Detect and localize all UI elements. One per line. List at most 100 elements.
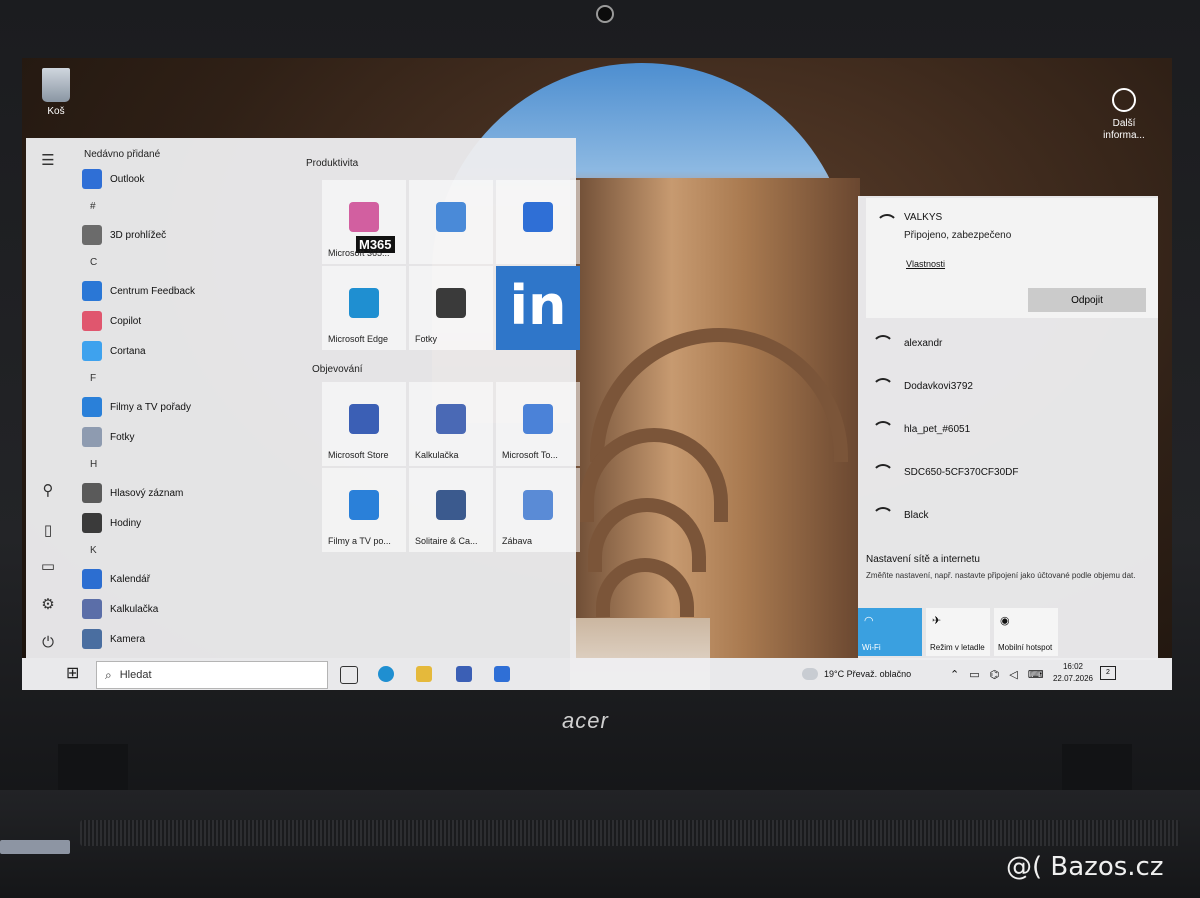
app-list-item[interactable]: Filmy a TV pořady bbox=[78, 392, 298, 422]
cloud-icon bbox=[802, 668, 818, 680]
films-icon bbox=[82, 397, 102, 417]
app-list-item[interactable]: Kamera bbox=[78, 624, 298, 654]
entertainment-icon bbox=[523, 490, 553, 520]
quick-action-wifi[interactable]: ◠ Wi-Fi bbox=[858, 608, 922, 656]
app-list-letter[interactable]: K bbox=[90, 538, 298, 564]
connected-status: Připojeno, zabezpečeno bbox=[904, 230, 1012, 241]
app-list-item[interactable]: Outlook bbox=[78, 164, 298, 194]
notification-icon[interactable]: 2 bbox=[1100, 666, 1116, 680]
app-list-item[interactable]: Cortana bbox=[78, 336, 298, 366]
network-ssid: hla_pet_#6051 bbox=[904, 423, 971, 435]
status-led bbox=[0, 840, 70, 854]
tile-edge[interactable]: Microsoft Edge bbox=[322, 266, 406, 350]
app-list-letter[interactable]: F bbox=[90, 366, 298, 392]
laptop-bezel: Koš Další informa... ☰ ⚲ ▯ ▭ ⚙ ⏻ Nedávno… bbox=[0, 0, 1200, 898]
clock-date: 22.07.2026 bbox=[1052, 674, 1094, 683]
volume-icon[interactable]: ◁ bbox=[1009, 668, 1017, 681]
office-apps-icon bbox=[436, 202, 466, 232]
microphone-icon bbox=[82, 483, 102, 503]
documents-icon[interactable]: ▯ bbox=[38, 522, 58, 540]
chevron-up-icon[interactable]: ⌃ bbox=[950, 668, 959, 681]
calculator-icon bbox=[82, 599, 102, 619]
m365-icon bbox=[349, 202, 379, 232]
store-icon[interactable] bbox=[456, 666, 472, 682]
network-settings-link[interactable]: Nastavení sítě a internetu bbox=[866, 554, 980, 565]
network-item[interactable]: Dodavkovi3792 bbox=[872, 375, 973, 397]
photos-icon bbox=[82, 427, 102, 447]
network-item[interactable]: alexandr bbox=[872, 332, 942, 354]
search-box[interactable]: ⌕ Hledat bbox=[96, 661, 328, 689]
disconnect-button[interactable]: Odpojit bbox=[1028, 288, 1146, 312]
network-tray-icon[interactable]: ⌬ bbox=[990, 668, 1000, 681]
recycle-bin-icon bbox=[42, 68, 70, 102]
wallpaper-corridor bbox=[570, 178, 860, 658]
start-rail: ☰ ⚲ ▯ ▭ ⚙ ⏻ bbox=[26, 138, 70, 658]
quick-action-hotspot[interactable]: ◉ Mobilní hotspot bbox=[994, 608, 1058, 656]
network-ssid: SDC650-5CF370CF30DF bbox=[904, 466, 1019, 478]
calendar-icon bbox=[82, 569, 102, 589]
app-list-letter[interactable]: H bbox=[90, 452, 298, 478]
start-menu: ☰ ⚲ ▯ ▭ ⚙ ⏻ Nedávno přidané Outlook #3D p… bbox=[26, 138, 580, 658]
recycle-bin[interactable]: Koš bbox=[36, 68, 76, 117]
cortana-icon bbox=[82, 341, 102, 361]
app-list-item[interactable]: Hodiny bbox=[78, 508, 298, 538]
quick-action-airplane[interactable]: ✈ Režim v letadle bbox=[926, 608, 990, 656]
tile-entertainment[interactable]: Zábava bbox=[496, 468, 580, 552]
more-info-shortcut[interactable]: Další informa... bbox=[1094, 88, 1154, 142]
webcam bbox=[596, 5, 614, 23]
network-flyout: VALKYS Připojeno, zabezpečeno Vlastnosti… bbox=[858, 196, 1158, 660]
tile-outlook[interactable] bbox=[496, 180, 580, 264]
app-list-item[interactable]: 3D prohlížeč bbox=[78, 220, 298, 250]
tile-label: Microsoft 365... bbox=[328, 248, 390, 258]
network-item[interactable]: SDC650-5CF370CF30DF bbox=[872, 461, 1019, 483]
tile-m365[interactable]: M365 Microsoft 365... bbox=[322, 180, 406, 264]
wifi-secured-icon bbox=[872, 507, 894, 523]
app-list-item[interactable]: Fotky bbox=[78, 422, 298, 452]
app-list-letter[interactable]: # bbox=[90, 194, 298, 220]
app-list-letter[interactable]: C bbox=[90, 250, 298, 276]
language-icon[interactable]: ⌨ bbox=[1028, 668, 1044, 681]
weather-widget[interactable]: 19°C Převaž. oblačno bbox=[802, 658, 911, 690]
file-explorer-icon[interactable] bbox=[416, 666, 432, 682]
quick-action-label: Režim v letadle bbox=[930, 643, 985, 652]
app-list-label: 3D prohlížeč bbox=[110, 229, 167, 241]
hamburger-menu-icon[interactable]: ☰ bbox=[38, 152, 58, 170]
app-list-item[interactable]: Kalkulačka bbox=[78, 594, 298, 624]
tile-office-apps[interactable] bbox=[409, 180, 493, 264]
app-list-item[interactable]: Centrum Feedback bbox=[78, 276, 298, 306]
cube-icon bbox=[82, 225, 102, 245]
app-list-label: Outlook bbox=[110, 173, 145, 185]
properties-link[interactable]: Vlastnosti bbox=[906, 259, 945, 269]
tile-label: Solitaire & Ca... bbox=[415, 536, 478, 546]
edge-icon[interactable] bbox=[378, 666, 394, 682]
task-view-icon[interactable] bbox=[340, 666, 358, 684]
tile-solitaire[interactable]: Solitaire & Ca... bbox=[409, 468, 493, 552]
app-list-item[interactable]: Kalendář bbox=[78, 564, 298, 594]
app-list-item[interactable]: Copilot bbox=[78, 306, 298, 336]
connected-network[interactable]: VALKYS Připojeno, zabezpečeno Vlastnosti… bbox=[866, 198, 1158, 318]
user-icon[interactable]: ⚲ bbox=[38, 482, 58, 500]
power-icon[interactable]: ⏻ bbox=[38, 634, 58, 652]
tile-calculator[interactable]: Kalkulačka bbox=[409, 382, 493, 466]
tile-label: Filmy a TV po... bbox=[328, 536, 391, 546]
taskbar: ⊞ ⌕ Hledat 19°C Převaž. oblačno ⌃ ▭ ⌬ ◁ … bbox=[22, 658, 1172, 690]
tile-films[interactable]: Filmy a TV po... bbox=[322, 468, 406, 552]
clock[interactable]: 16:02 22.07.2026 bbox=[1048, 661, 1098, 685]
settings-gear-icon[interactable]: ⚙ bbox=[38, 596, 58, 614]
tile-linkedin[interactable]: in bbox=[496, 266, 580, 350]
recycle-bin-label: Koš bbox=[47, 106, 65, 117]
network-item[interactable]: hla_pet_#6051 bbox=[872, 418, 970, 440]
solitaire-icon bbox=[436, 490, 466, 520]
windows-start-icon[interactable]: ⊞ bbox=[66, 666, 79, 682]
tile-todo[interactable]: Microsoft To... bbox=[496, 382, 580, 466]
outlook-icon[interactable] bbox=[494, 666, 510, 682]
pictures-icon[interactable]: ▭ bbox=[38, 558, 58, 576]
tile-store[interactable]: Microsoft Store bbox=[322, 382, 406, 466]
app-list-label: Kalendář bbox=[110, 573, 151, 585]
tile-photos[interactable]: Fotky bbox=[409, 266, 493, 350]
battery-icon[interactable]: ▭ bbox=[969, 668, 979, 681]
network-item[interactable]: Black bbox=[872, 504, 928, 526]
airplane-icon: ✈ bbox=[932, 615, 942, 627]
app-list-item[interactable]: Hlasový záznam bbox=[78, 478, 298, 508]
linkedin-icon: in bbox=[509, 274, 567, 337]
